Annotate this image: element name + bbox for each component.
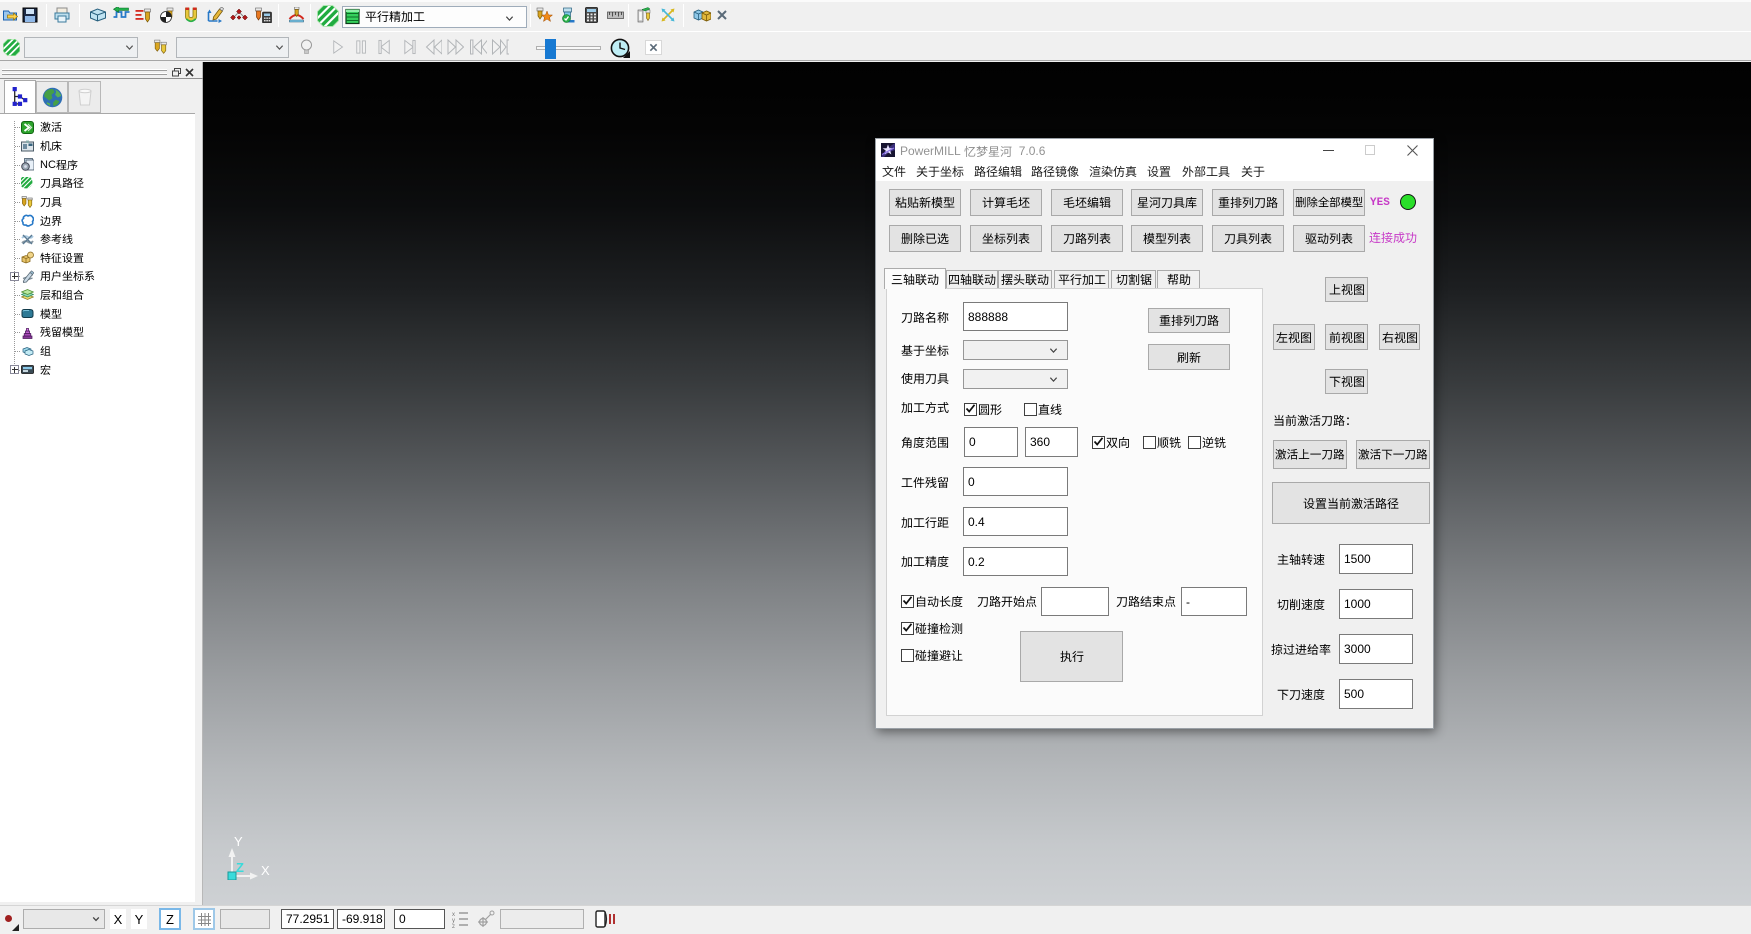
- svg-text:z: z: [452, 924, 455, 928]
- svg-text:X: X: [261, 863, 270, 878]
- svg-text:Y: Y: [234, 834, 243, 849]
- svg-text:Z: Z: [236, 860, 244, 875]
